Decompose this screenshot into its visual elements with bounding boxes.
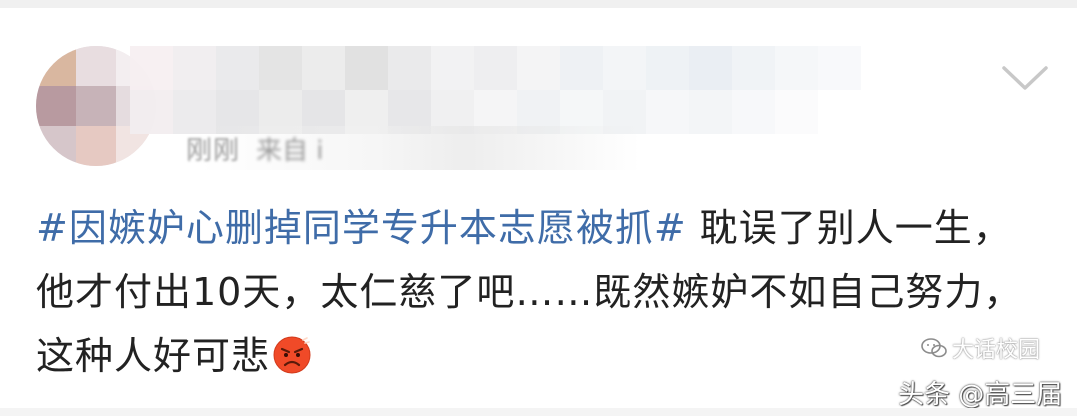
username-blurred[interactable] — [130, 46, 861, 134]
post-source: 来自 i — [256, 135, 324, 166]
post-body: #因嫉妒心删掉同学专升本志愿被抓# 耽误了别人一生，他才付出10天，太仁慈了吧…… — [36, 196, 1026, 388]
top-divider — [0, 0, 1077, 8]
weibo-post-screenshot: 刚刚 来自 i #因嫉妒心删掉同学专升本志愿被抓# 耽误了别人一生，他才付出10… — [0, 0, 1077, 416]
chevron-down-icon[interactable] — [1000, 62, 1050, 92]
post-meta: 刚刚 来自 i — [186, 128, 324, 168]
angry-emoji-icon — [273, 336, 311, 374]
watermark-toutiao: 头条 @高三届 — [898, 380, 1063, 410]
bottom-divider — [0, 408, 1077, 416]
wechat-icon — [921, 338, 947, 358]
watermark-line1: 大话校园 — [920, 332, 1040, 364]
hashtag-link[interactable]: #因嫉妒心删掉同学专升本志愿被抓# — [36, 206, 687, 250]
watermark: 大话校园 头条 @高三届 — [898, 332, 1068, 412]
post-time: 刚刚 — [186, 135, 241, 166]
watermark-account: 大话校园 — [952, 338, 1041, 363]
